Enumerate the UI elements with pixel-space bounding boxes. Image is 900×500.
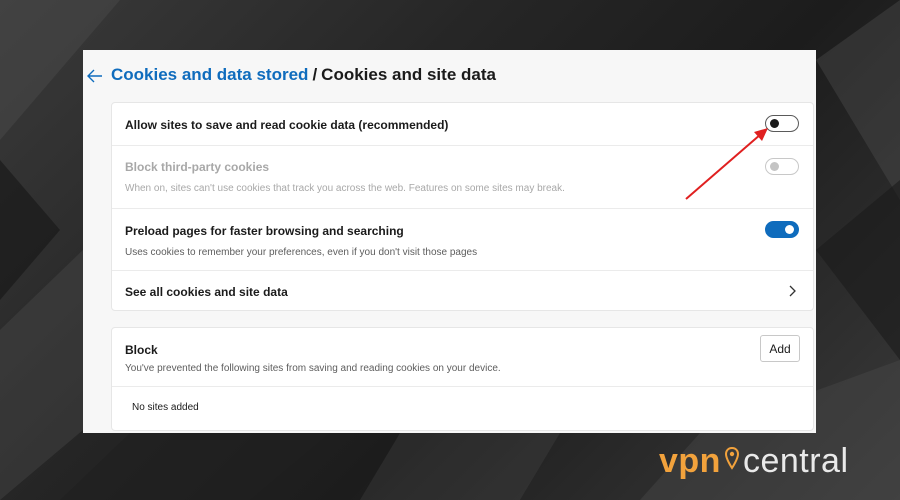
blocked-sites-list: No sites added: [112, 386, 813, 430]
arrow-left-icon: [87, 69, 102, 83]
setting-description: When on, sites can't use cookies that tr…: [125, 183, 565, 194]
setting-description: Uses cookies to remember your preference…: [125, 247, 478, 258]
empty-list-text: No sites added: [132, 402, 199, 413]
setting-row-block-third-party: Block third-party cookies When on, sites…: [112, 145, 813, 208]
back-button[interactable]: [85, 66, 105, 86]
block-header-row: Block You've prevented the following sit…: [112, 328, 813, 386]
page-header: Cookies and data stored / Cookies and site…: [83, 64, 816, 88]
page-title: Cookies and site data: [321, 65, 496, 84]
setting-row-preload-pages: Preload pages for faster browsing and se…: [112, 208, 813, 270]
allow-cookies-toggle[interactable]: [765, 115, 799, 132]
block-sites-card: Block You've prevented the following sit…: [111, 327, 814, 431]
toggle-knob: [785, 225, 794, 234]
setting-title: Block third-party cookies: [125, 160, 270, 174]
watermark-logo: vpn central: [659, 441, 849, 481]
breadcrumb-separator: /: [312, 65, 318, 84]
setting-row-allow-cookies: Allow sites to save and read cookie data…: [112, 103, 813, 145]
location-pin-icon: [724, 446, 739, 470]
cookie-settings-card: Allow sites to save and read cookie data…: [111, 102, 814, 311]
block-third-party-toggle: [765, 158, 799, 175]
breadcrumb: Cookies and data stored / Cookies and site…: [111, 65, 496, 85]
preload-pages-toggle[interactable]: [765, 221, 799, 238]
breadcrumb-parent-link[interactable]: Cookies and data stored: [111, 65, 308, 84]
see-all-cookies-link[interactable]: See all cookies and site data: [112, 270, 813, 311]
toggle-knob: [770, 162, 779, 171]
logo-text-central: central: [742, 441, 849, 480]
block-title: Block: [125, 343, 158, 357]
logo-text-vpn: vpn: [659, 441, 721, 480]
toggle-knob: [770, 119, 779, 128]
setting-title: Preload pages for faster browsing and se…: [125, 224, 404, 238]
setting-title: See all cookies and site data: [125, 285, 288, 299]
settings-panel: Cookies and data stored / Cookies and site…: [83, 50, 816, 433]
block-description: You've prevented the following sites fro…: [125, 363, 501, 374]
chevron-right-icon: [789, 285, 796, 297]
setting-title: Allow sites to save and read cookie data…: [125, 118, 449, 132]
add-blocked-site-button[interactable]: Add: [760, 335, 800, 362]
